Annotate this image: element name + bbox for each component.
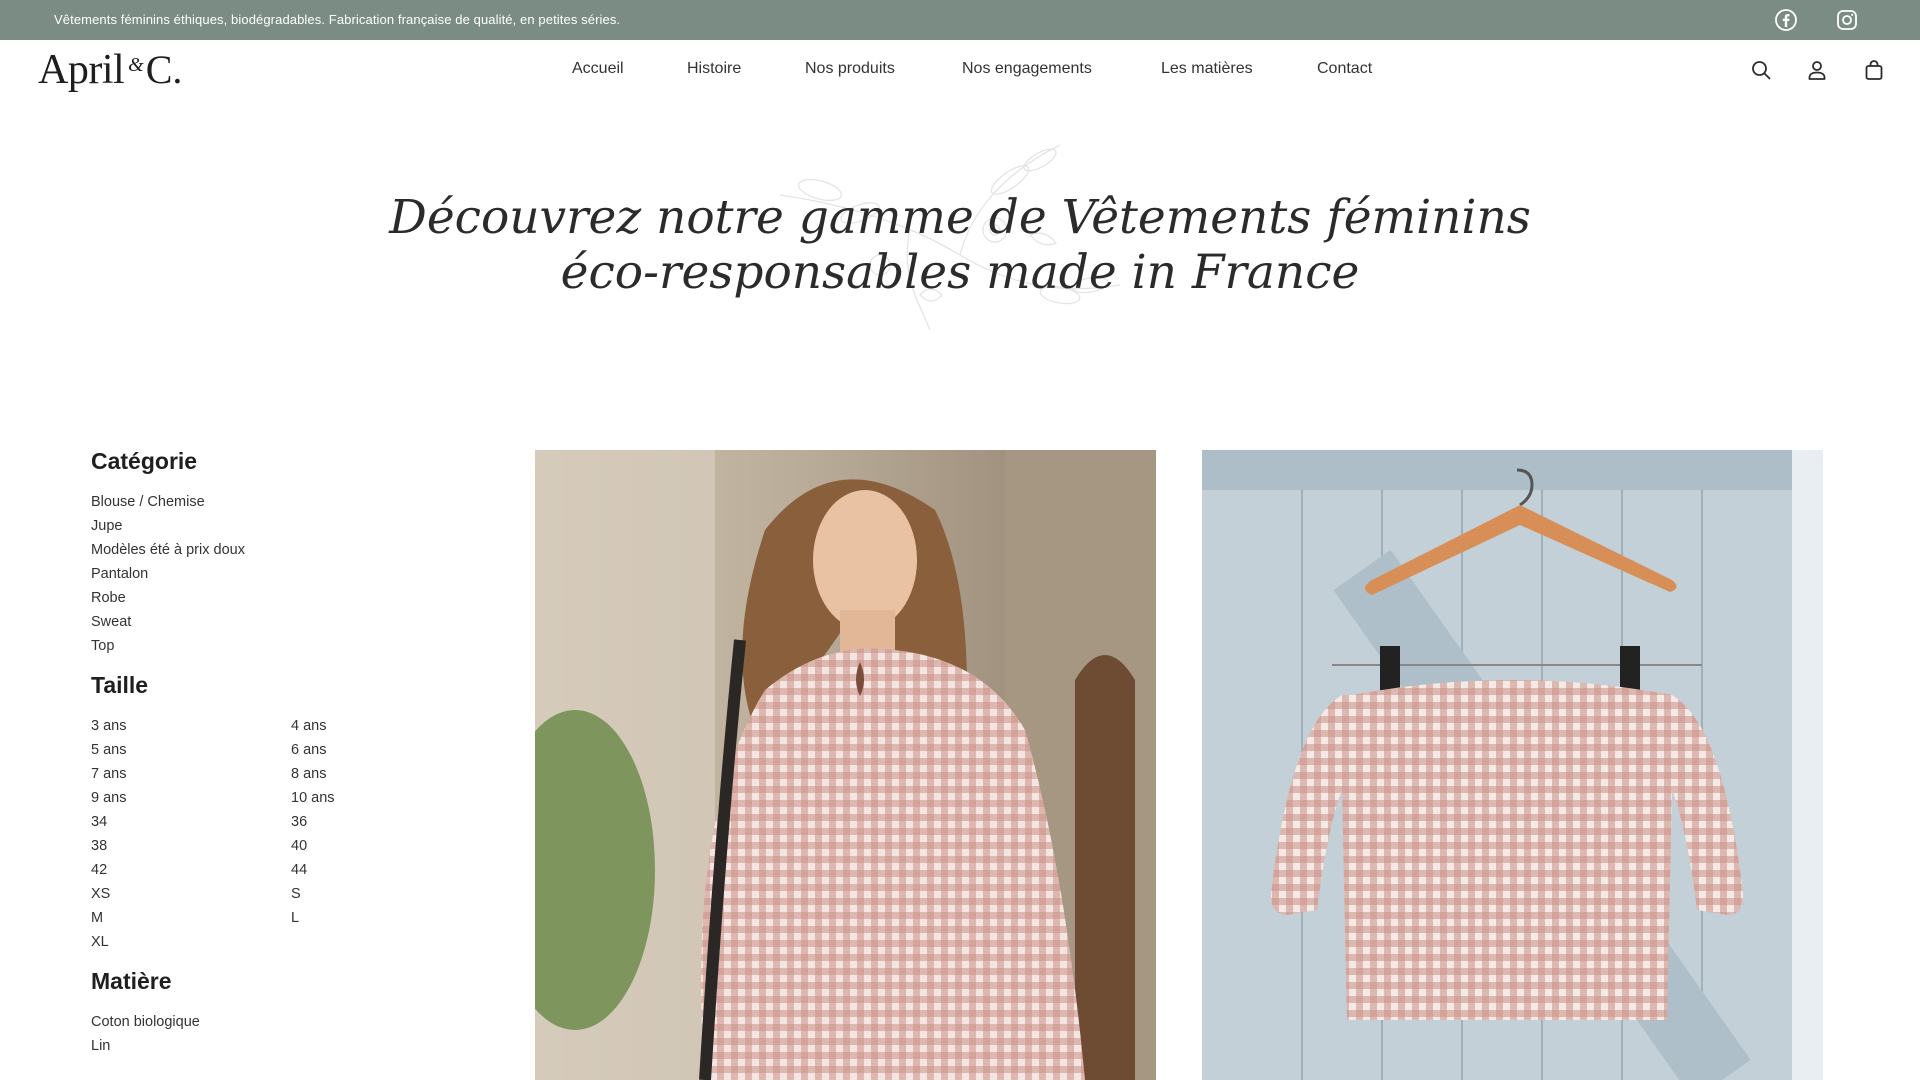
filter-size-option[interactable]: S [291,882,451,906]
filter-size-option[interactable]: 44 [291,858,451,882]
filter-size-option[interactable]: XS [91,882,291,906]
nav-nos-produits[interactable]: Nos produits [805,60,895,78]
filter-category-option[interactable]: Pantalon [91,562,451,586]
nav-histoire[interactable]: Histoire [687,60,741,78]
filter-material-title: Matière [91,968,172,994]
filter-size-option[interactable]: M [91,906,291,930]
filter-size-option[interactable]: 8 ans [291,762,451,786]
filter-size-option[interactable]: 6 ans [291,738,451,762]
site-header: April &C. Accueil Histoire Nos produits N… [0,40,1920,100]
filter-category-option[interactable]: Robe [91,586,451,610]
filter-size-option[interactable]: 5 ans [91,738,291,762]
filter-material: Matière Coton biologique Lin [91,968,451,1058]
hero-title: Découvrez notre gamme de Vêtements fémin… [360,190,1560,300]
product-image-hanger[interactable] [1202,450,1823,1080]
hero-title-line-2: éco-responsables made in France [560,245,1360,300]
filter-size-option[interactable]: 36 [291,810,451,834]
filter-size-option[interactable]: 3 ans [91,714,291,738]
main-nav: Accueil Histoire Nos produits Nos engage… [0,60,1920,82]
filter-category-option[interactable]: Blouse / Chemise [91,490,451,514]
filter-category: Catégorie Blouse / Chemise Jupe Modèles … [91,448,451,658]
nav-accueil[interactable]: Accueil [572,60,624,78]
filter-size-option[interactable]: 4 ans [291,714,451,738]
filter-size-option[interactable]: 10 ans [291,786,451,810]
filter-category-option[interactable]: Jupe [91,514,451,538]
filter-size-option[interactable]: 7 ans [91,762,291,786]
filter-category-option[interactable]: Sweat [91,610,451,634]
facebook-icon[interactable] [1774,8,1798,32]
search-icon[interactable] [1749,58,1773,82]
nav-contact[interactable]: Contact [1317,60,1372,78]
filter-size-title: Taille [91,672,149,698]
announcement-text: Vêtements féminins éthiques, biodégradab… [54,12,621,27]
filter-size-option[interactable]: L [291,906,451,930]
filter-size-option[interactable]: 40 [291,834,451,858]
product-image-model[interactable] [535,450,1156,1080]
nav-les-matieres[interactable]: Les matières [1161,60,1253,78]
hero-title-line-1: Découvrez notre gamme de Vêtements fémin… [389,190,1531,245]
filter-size: Taille 3 ans 4 ans 5 ans 6 ans 7 ans 8 a… [91,672,451,954]
filter-category-title: Catégorie [91,448,198,474]
announcement-bar: Vêtements féminins éthiques, biodégradab… [0,0,1920,40]
filter-category-option[interactable]: Modèles été à prix doux [91,538,451,562]
nav-nos-engagements[interactable]: Nos engagements [962,60,1092,78]
filter-size-option[interactable]: XL [91,930,291,954]
filter-material-option[interactable]: Coton biologique [91,1010,451,1034]
filter-sidebar: Catégorie Blouse / Chemise Jupe Modèles … [91,448,451,1058]
instagram-icon[interactable] [1835,8,1859,32]
filter-material-option[interactable]: Lin [91,1034,451,1058]
filter-category-option[interactable]: Top [91,634,451,658]
filter-size-option[interactable]: 38 [91,834,291,858]
filter-size-option[interactable]: 42 [91,858,291,882]
filter-size-option[interactable]: 9 ans [91,786,291,810]
cart-icon[interactable] [1862,58,1886,82]
account-icon[interactable] [1805,58,1829,82]
filter-size-option[interactable]: 34 [91,810,291,834]
